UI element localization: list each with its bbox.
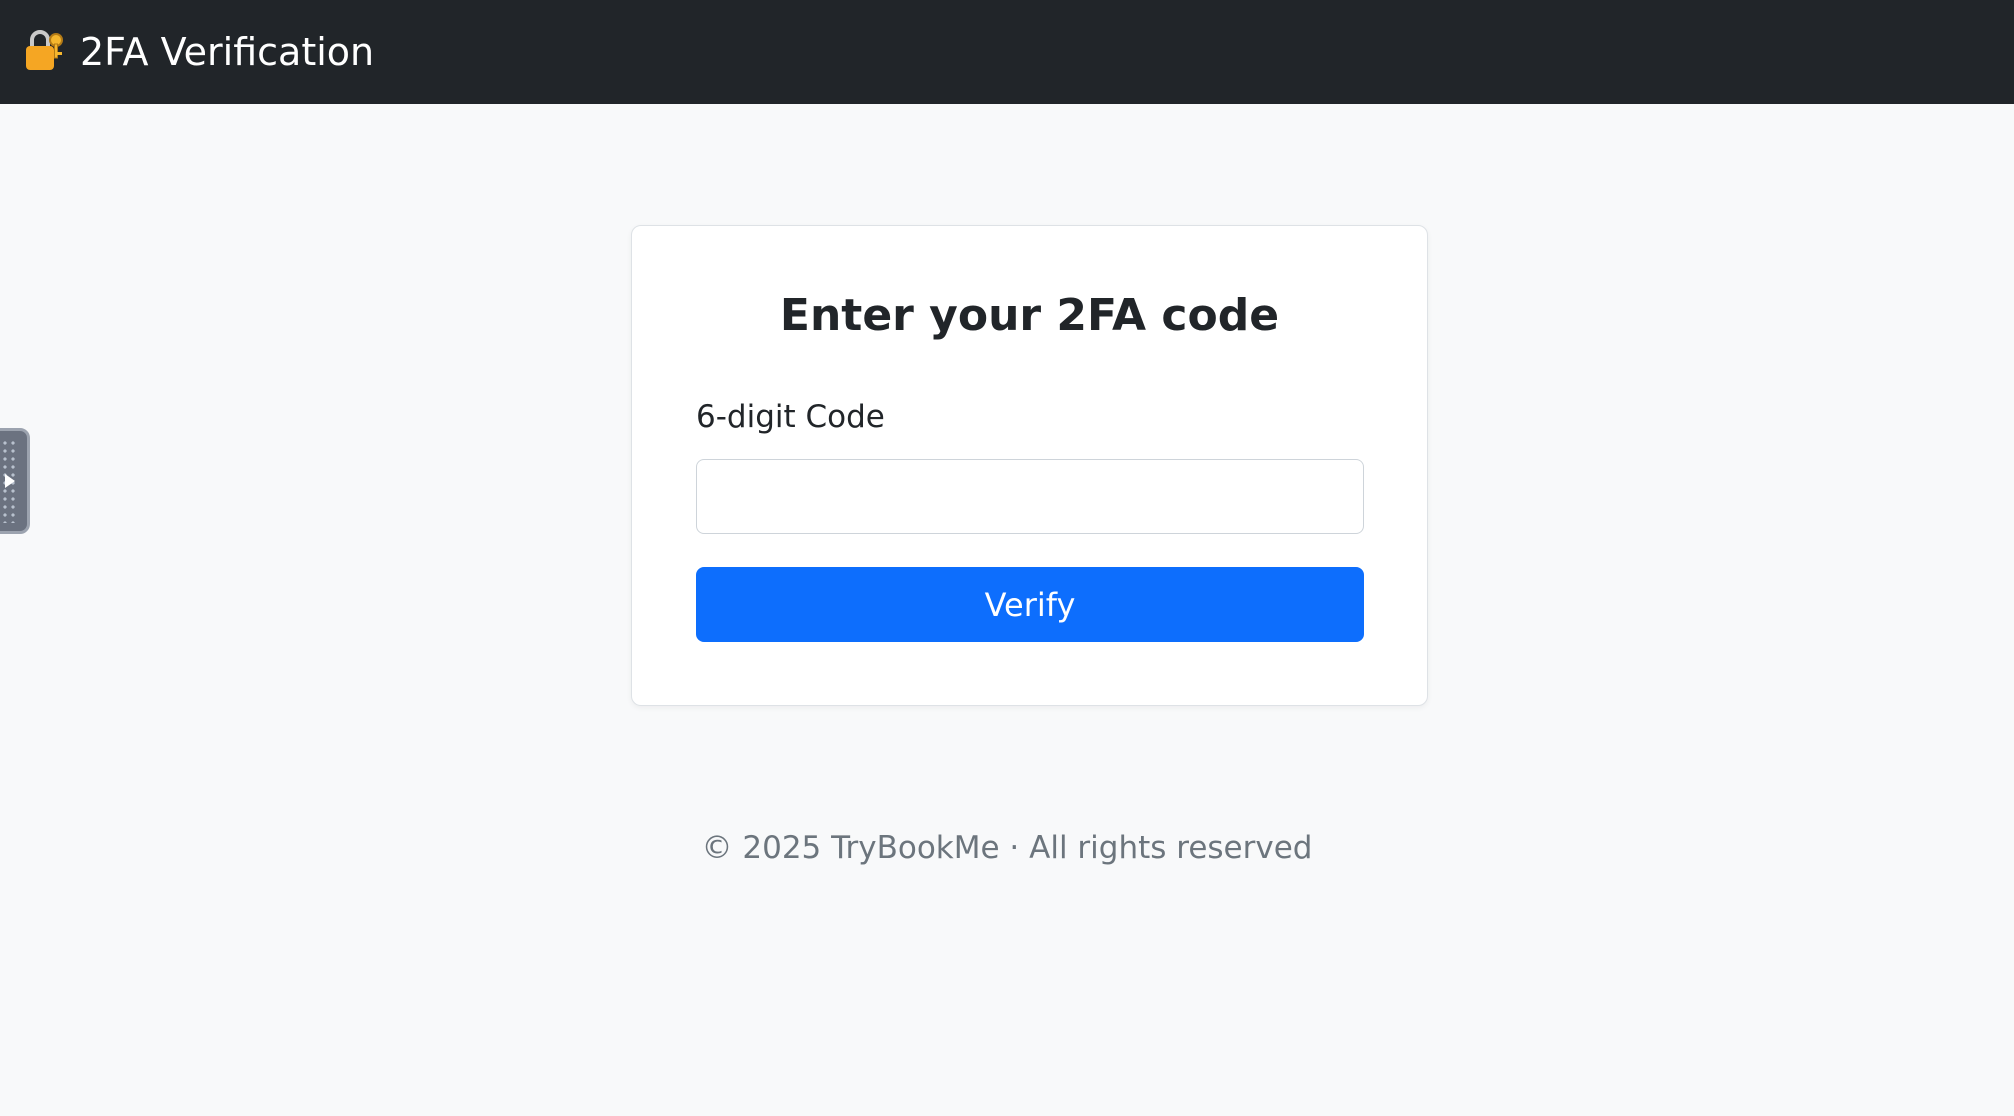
card-title: Enter your 2FA code xyxy=(779,290,1280,341)
verification-card: Enter your 2FA code 6-digit Code Verify xyxy=(631,225,1428,706)
verify-button[interactable]: Verify xyxy=(696,567,1364,642)
top-navbar: 2FA Verification xyxy=(0,0,2014,104)
lock-with-key-icon xyxy=(20,28,68,76)
footer-copyright: © 2025 TryBookMe · All rights reserved xyxy=(701,830,1313,866)
code-input[interactable] xyxy=(696,459,1364,534)
brand-title: 2FA Verification xyxy=(80,30,375,74)
side-panel-toggle[interactable] xyxy=(0,428,30,534)
play-arrow-icon xyxy=(5,474,15,488)
navbar-brand[interactable]: 2FA Verification xyxy=(20,28,374,76)
code-label: 6-digit Code xyxy=(696,399,885,435)
